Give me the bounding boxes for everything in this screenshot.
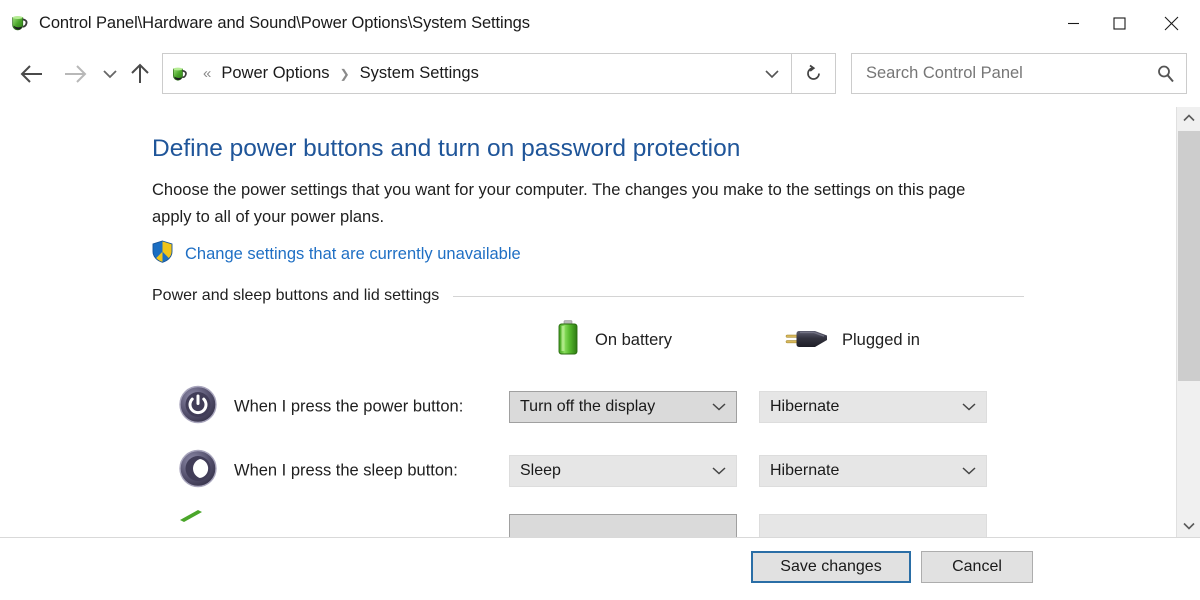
lid-plugged-in-select[interactable] — [759, 514, 987, 537]
vertical-scrollbar[interactable] — [1176, 107, 1200, 537]
sleep-button-plugged-in-value: Hibernate — [770, 462, 839, 480]
maximize-icon[interactable] — [1096, 0, 1142, 46]
setting-row-partial — [0, 505, 1176, 537]
power-button-plugged-in-select[interactable]: Hibernate — [759, 391, 987, 423]
minimize-icon[interactable] — [1050, 0, 1096, 46]
sleep-button-plugged-in-select[interactable]: Hibernate — [759, 455, 987, 487]
sleep-button-icon — [178, 449, 218, 494]
power-button-on-battery-select[interactable]: Turn off the display — [509, 391, 737, 423]
scroll-down-icon[interactable] — [1177, 515, 1200, 537]
close-icon[interactable] — [1142, 0, 1200, 46]
control-panel-window: Control Panel\Hardware and Sound\Power O… — [0, 0, 1200, 600]
setting-row-power-button-label: When I press the power button: — [234, 398, 463, 417]
page-description: Choose the power settings that you want … — [152, 177, 1000, 231]
breadcrumb-system-settings[interactable]: System Settings — [357, 64, 482, 83]
search-input[interactable] — [864, 63, 1148, 84]
scrollbar-thumb[interactable] — [1178, 131, 1200, 381]
power-plug-icon — [784, 323, 830, 358]
column-headers: On battery — [0, 315, 1176, 365]
content-area: Define power buttons and turn on passwor… — [0, 107, 1176, 537]
back-arrow-icon[interactable] — [12, 54, 52, 94]
change-settings-link-label[interactable]: Change settings that are currently unava… — [185, 245, 521, 264]
setting-row-power-button: When I press the power button: Turn off … — [0, 382, 1176, 432]
lid-icon — [178, 509, 204, 528]
column-header-on-battery-label: On battery — [595, 331, 672, 350]
power-button-icon — [178, 385, 218, 430]
refresh-icon[interactable] — [792, 53, 836, 94]
save-changes-button[interactable]: Save changes — [751, 551, 911, 583]
power-options-icon — [9, 12, 31, 34]
column-header-plugged-in: Plugged in — [784, 315, 920, 365]
power-button-plugged-in-value: Hibernate — [770, 398, 839, 416]
scroll-up-icon[interactable] — [1177, 107, 1200, 129]
setting-row-sleep-button-label: When I press the sleep button: — [234, 462, 458, 481]
navigation-bar: « Power Options ❯ System Settings — [0, 46, 1200, 103]
chevron-down-icon[interactable] — [712, 467, 726, 476]
title-bar: Control Panel\Hardware and Sound\Power O… — [0, 0, 1200, 46]
up-arrow-icon[interactable] — [122, 54, 158, 94]
column-header-plugged-in-label: Plugged in — [842, 331, 920, 350]
caption-buttons — [1050, 0, 1200, 46]
breadcrumb-overflow[interactable]: « — [196, 66, 218, 81]
power-button-on-battery-value: Turn off the display — [520, 398, 655, 416]
cancel-button[interactable]: Cancel — [921, 551, 1033, 583]
chevron-down-icon[interactable] — [753, 54, 791, 93]
chevron-right-icon: ❯ — [333, 68, 357, 80]
column-header-on-battery: On battery — [553, 315, 672, 365]
chevron-down-icon[interactable] — [712, 403, 726, 412]
section-header: Power and sleep buttons and lid settings — [152, 287, 1024, 305]
sleep-button-on-battery-value: Sleep — [520, 462, 561, 480]
footer-bar: Save changes Cancel — [0, 537, 1200, 600]
section-divider — [453, 296, 1024, 297]
window-title: Control Panel\Hardware and Sound\Power O… — [39, 14, 530, 33]
forward-arrow-icon — [55, 54, 95, 94]
section-header-label: Power and sleep buttons and lid settings — [152, 287, 439, 305]
recent-locations-icon[interactable] — [96, 54, 124, 94]
breadcrumb-power-options[interactable]: Power Options — [218, 64, 332, 83]
page-title: Define power buttons and turn on passwor… — [152, 135, 740, 163]
address-bar[interactable]: « Power Options ❯ System Settings — [162, 53, 792, 94]
chevron-down-icon[interactable] — [962, 467, 976, 476]
uac-shield-icon — [152, 240, 173, 268]
lid-on-battery-select[interactable] — [509, 514, 737, 537]
power-options-icon — [170, 64, 190, 84]
battery-icon — [553, 319, 583, 362]
sleep-button-on-battery-select[interactable]: Sleep — [509, 455, 737, 487]
change-settings-link[interactable]: Change settings that are currently unava… — [152, 240, 521, 268]
chevron-down-icon[interactable] — [962, 403, 976, 412]
search-box[interactable] — [851, 53, 1187, 94]
setting-row-sleep-button: When I press the sleep button: Sleep Hib… — [0, 446, 1176, 496]
search-icon[interactable] — [1156, 64, 1176, 84]
